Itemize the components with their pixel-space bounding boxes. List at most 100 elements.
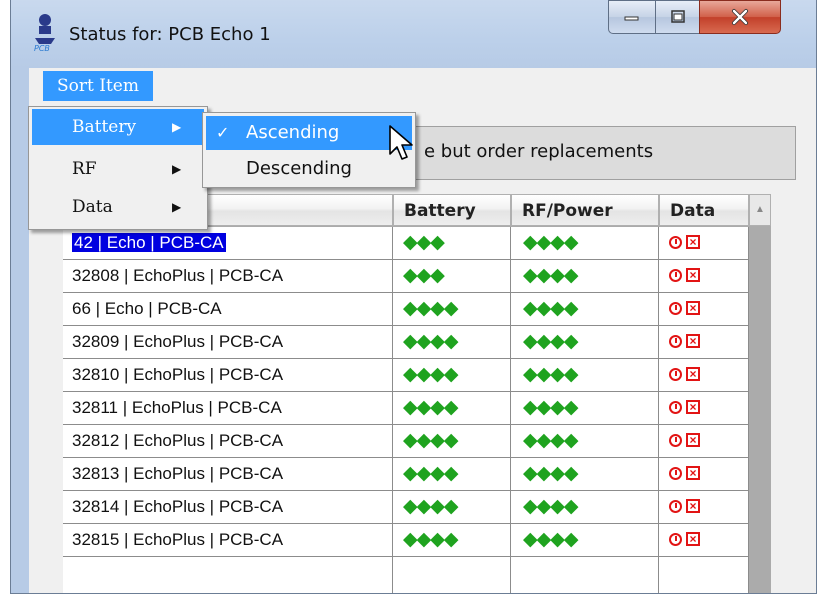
close-button[interactable] xyxy=(699,0,781,34)
sort-menu-item-label: RF xyxy=(72,159,97,179)
cell-battery: ◆◆◆◆ xyxy=(393,326,511,359)
cell-data: × xyxy=(659,326,749,359)
device-name: 32809 | EchoPlus | PCB-CA xyxy=(72,332,284,351)
clock-icon xyxy=(669,235,682,249)
submenu-item-label: Ascending xyxy=(246,122,340,143)
cell-name[interactable]: 32810 | EchoPlus | PCB-CA xyxy=(63,359,393,392)
cell-name[interactable]: 66 | Echo | PCB-CA xyxy=(63,293,393,326)
cell-data: × xyxy=(659,458,749,491)
submenu-arrow-icon: ▶ xyxy=(172,162,182,176)
table-row[interactable]: 32809 | EchoPlus | PCB-CA ◆◆◆◆ ◆◆◆◆ × xyxy=(63,326,749,359)
device-name: 32808 | EchoPlus | PCB-CA xyxy=(72,266,284,285)
caption-buttons xyxy=(608,0,781,36)
cell-data: × xyxy=(659,524,749,557)
cell-name[interactable]: 42 | Echo | PCB-CA xyxy=(63,227,393,260)
cell-rf-power: ◆◆◆◆ xyxy=(511,227,659,260)
maximize-button[interactable] xyxy=(655,0,699,34)
menu-bar: Sort Item xyxy=(29,68,816,105)
x-box-icon: × xyxy=(686,367,700,382)
menu-sort-item[interactable]: Sort Item xyxy=(43,71,153,101)
table-row[interactable]: 32808 | EchoPlus | PCB-CA ◆◆◆ ◆◆◆◆ × xyxy=(63,260,749,293)
table-row[interactable]: 32812 | EchoPlus | PCB-CA ◆◆◆◆ ◆◆◆◆ × xyxy=(63,425,749,458)
cell-battery: ◆◆◆◆ xyxy=(393,293,511,326)
x-box-icon: × xyxy=(686,334,700,349)
device-name: 32814 | EchoPlus | PCB-CA xyxy=(72,497,284,516)
cell-data: × xyxy=(659,359,749,392)
cell-name[interactable]: 32808 | EchoPlus | PCB-CA xyxy=(63,260,393,293)
table-row[interactable]: 32811 | EchoPlus | PCB-CA ◆◆◆◆ ◆◆◆◆ × xyxy=(63,392,749,425)
device-name: 42 | Echo | PCB-CA xyxy=(72,233,226,252)
table-row[interactable]: 42 | Echo | PCB-CA ◆◆◆ ◆◆◆◆ × xyxy=(63,227,749,260)
device-name: 32813 | EchoPlus | PCB-CA xyxy=(72,464,284,483)
header-data[interactable]: Data xyxy=(659,194,749,226)
cell-battery: ◆◆◆◆ xyxy=(393,524,511,557)
minimize-button[interactable] xyxy=(608,0,655,34)
device-name: 32812 | EchoPlus | PCB-CA xyxy=(72,431,284,450)
cell-name[interactable]: 32812 | EchoPlus | PCB-CA xyxy=(63,425,393,458)
app-logo-icon: PCB xyxy=(34,14,55,52)
cell-rf-power: ◆◆◆◆ xyxy=(511,491,659,524)
cell-name[interactable]: 32809 | EchoPlus | PCB-CA xyxy=(63,326,393,359)
submenu-arrow-icon: ▶ xyxy=(172,200,182,214)
cell-rf-power: ◆◆◆◆ xyxy=(511,425,659,458)
header-battery[interactable]: Battery xyxy=(393,194,511,226)
cell-name[interactable]: 32814 | EchoPlus | PCB-CA xyxy=(63,491,393,524)
cell-data: × xyxy=(659,227,749,260)
sort-menu: Battery ▶ RF ▶ Data ▶ xyxy=(28,106,208,230)
submenu-arrow-icon: ▶ xyxy=(172,120,182,134)
battery-submenu: ✓ Ascending Descending xyxy=(202,112,416,188)
sort-menu-item-battery[interactable]: Battery ▶ xyxy=(32,109,204,145)
device-name: 66 | Echo | PCB-CA xyxy=(72,299,222,318)
cell-battery: ◆◆◆ xyxy=(393,260,511,293)
clock-icon xyxy=(669,268,682,282)
window-title: Status for: PCB Echo 1 xyxy=(69,24,271,45)
cell-rf-power: ◆◆◆◆ xyxy=(511,260,659,293)
header-rf-power[interactable]: RF/Power xyxy=(511,194,659,226)
notice-banner: e but order replacements xyxy=(409,126,796,180)
clock-icon xyxy=(669,532,682,546)
svg-text:PCB: PCB xyxy=(34,44,50,52)
cell-data: × xyxy=(659,293,749,326)
close-icon xyxy=(732,9,748,25)
clock-icon xyxy=(669,301,682,315)
submenu-item-descending[interactable]: Descending xyxy=(206,152,412,186)
cell-name[interactable]: 32811 | EchoPlus | PCB-CA xyxy=(63,392,393,425)
table-row[interactable]: 32814 | EchoPlus | PCB-CA ◆◆◆◆ ◆◆◆◆ × xyxy=(63,491,749,524)
minimize-icon xyxy=(624,16,639,21)
sort-menu-item-rf[interactable]: RF ▶ xyxy=(32,151,204,187)
cell-rf-power: ◆◆◆◆ xyxy=(511,392,659,425)
cell-rf-power: ◆◆◆◆ xyxy=(511,326,659,359)
cell-data: × xyxy=(659,425,749,458)
empty-cell xyxy=(659,557,749,593)
cell-data: × xyxy=(659,260,749,293)
x-box-icon: × xyxy=(686,235,700,250)
cell-data: × xyxy=(659,491,749,524)
cell-rf-power: ◆◆◆◆ xyxy=(511,524,659,557)
sort-menu-item-label: Data xyxy=(72,197,113,217)
status-grid: Battery RF/Power Data ▲ 42 | Echo | PCB-… xyxy=(63,194,771,593)
clock-icon xyxy=(669,499,682,513)
sort-menu-item-label: Battery xyxy=(72,117,137,137)
x-box-icon: × xyxy=(686,400,700,415)
cell-rf-power: ◆◆◆◆ xyxy=(511,293,659,326)
empty-cell xyxy=(511,557,659,593)
check-icon: ✓ xyxy=(216,123,230,142)
clock-icon xyxy=(669,466,682,480)
cell-data: × xyxy=(659,392,749,425)
cell-rf-power: ◆◆◆◆ xyxy=(511,359,659,392)
clock-icon xyxy=(669,334,682,348)
x-box-icon: × xyxy=(686,466,700,481)
table-row[interactable]: 32815 | EchoPlus | PCB-CA ◆◆◆◆ ◆◆◆◆ × xyxy=(63,524,749,557)
status-window: PCB Status for: PCB Echo 1 Sort Item e b… xyxy=(10,0,817,594)
cell-name[interactable]: 32813 | EchoPlus | PCB-CA xyxy=(63,458,393,491)
submenu-item-ascending[interactable]: ✓ Ascending xyxy=(206,116,412,150)
scroll-up-arrow-icon: ▲ xyxy=(755,204,765,215)
sort-menu-item-data[interactable]: Data ▶ xyxy=(32,189,204,225)
table-row[interactable]: 66 | Echo | PCB-CA ◆◆◆◆ ◆◆◆◆ × xyxy=(63,293,749,326)
title-bar[interactable]: PCB Status for: PCB Echo 1 xyxy=(11,0,816,68)
cell-name[interactable]: 32815 | EchoPlus | PCB-CA xyxy=(63,524,393,557)
table-row[interactable]: 32810 | EchoPlus | PCB-CA ◆◆◆◆ ◆◆◆◆ × xyxy=(63,359,749,392)
table-row[interactable]: 32813 | EchoPlus | PCB-CA ◆◆◆◆ ◆◆◆◆ × xyxy=(63,458,749,491)
scroll-up-button[interactable]: ▲ xyxy=(749,194,771,226)
cell-battery: ◆◆◆◆ xyxy=(393,425,511,458)
